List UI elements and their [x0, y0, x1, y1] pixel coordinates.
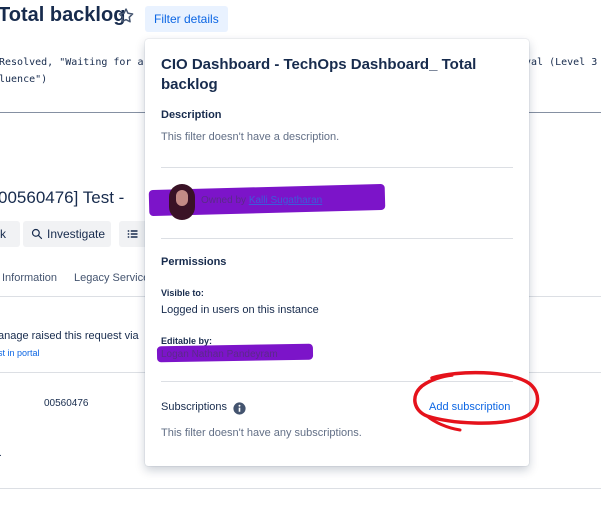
visible-to-value: Logged in users on this instance: [161, 304, 319, 316]
editable-by-value[interactable]: Logan Nathan Pandeyram: [161, 349, 278, 360]
view-in-portal-link[interactable]: st in portal: [0, 348, 40, 358]
description-label: Description: [161, 109, 222, 121]
popover-separator: [161, 167, 513, 168]
jira-filter-page: Total backlog Filter details Resolved, "…: [0, 0, 601, 505]
avatar: [169, 184, 195, 220]
list-icon: [127, 230, 138, 238]
tab-information[interactable]: Information: [2, 272, 57, 284]
editable-by-label: Editable by:: [161, 336, 213, 346]
ticket-number: 00560476: [44, 398, 89, 409]
owner-row: Owned by Kalli Sugatharan: [148, 181, 386, 223]
tab-legacy-service[interactable]: Legacy Service: [74, 272, 149, 284]
action-button-partial[interactable]: k: [0, 221, 20, 247]
bottom-divider: [0, 488, 601, 489]
truncated-text: .: [0, 448, 2, 459]
annotation-circle: [413, 370, 540, 432]
info-icon[interactable]: [233, 402, 246, 415]
search-icon: [31, 228, 43, 240]
filter-title: Total backlog: [0, 4, 126, 26]
owner-prefix: Owned by: [201, 195, 247, 206]
action-button-label: k: [0, 227, 6, 241]
subscriptions-label: Subscriptions: [161, 401, 228, 413]
jql-line-2: luence"): [0, 74, 48, 85]
issue-title[interactable]: 00560476] Test -: [0, 188, 124, 208]
investigate-label: Investigate: [47, 227, 106, 241]
filter-details-button[interactable]: Filter details: [145, 6, 228, 32]
popover-title: CIO Dashboard - TechOps Dashboard_ Total…: [161, 56, 477, 93]
permissions-label: Permissions: [161, 256, 227, 268]
star-icon[interactable]: [117, 7, 135, 25]
owner-name-link[interactable]: Kalli Sugatharan: [249, 195, 322, 206]
jql-line-1-right: val (Level 3: [525, 57, 598, 68]
description-text: This filter doesn't have a description.: [161, 131, 340, 143]
raised-request-text: anage raised this request via: [0, 330, 139, 342]
subscriptions-empty-text: This filter doesn't have any subscriptio…: [161, 427, 362, 439]
owner-text: Owned by Kalli Sugatharan: [201, 195, 322, 206]
visible-to-label: Visible to:: [161, 288, 204, 298]
jql-line-1-left: Resolved, "Waiting for a: [0, 57, 144, 68]
avatar-face: [176, 190, 188, 206]
investigate-button[interactable]: Investigate: [23, 221, 111, 247]
popover-separator: [161, 238, 513, 239]
